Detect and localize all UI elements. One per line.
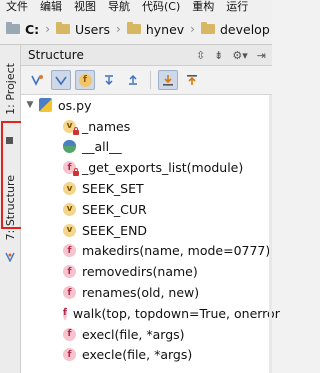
autoscroll-from-source-button[interactable]: [182, 70, 202, 90]
tab-structure[interactable]: 7: Structure: [0, 167, 20, 249]
function-icon: f: [63, 348, 76, 362]
tree-item[interactable]: __all__: [21, 137, 272, 158]
function-icon: f: [63, 286, 76, 300]
breadcrumb-label: C:: [25, 21, 40, 37]
menu-file[interactable]: 文件: [0, 0, 34, 14]
collapse-button[interactable]: [123, 70, 143, 90]
tab-structure-label: 7: Structure: [3, 175, 17, 241]
tree-item-label: _get_exports_list(module): [82, 160, 244, 176]
toolbar-separator: [150, 71, 151, 89]
tree-item-label: SEEK_CUR: [82, 201, 147, 217]
tree-item[interactable]: v SEEK_SET: [21, 178, 272, 199]
tree-item-label: SEEK_END: [82, 222, 148, 238]
private-lock-icon: [73, 126, 79, 135]
tree-item[interactable]: f renames(old, new): [21, 282, 272, 303]
expand-arrow-icon[interactable]: ▼: [25, 100, 35, 110]
sort-alphabetically-button[interactable]: [51, 70, 71, 90]
tree-item[interactable]: f execle(file, *args): [21, 345, 272, 366]
breadcrumb-label: develop: [219, 21, 270, 37]
folder-icon: [126, 22, 141, 34]
menu-view[interactable]: 视图: [68, 0, 102, 14]
tree-item-label: renames(old, new): [82, 285, 200, 301]
tree-item-label: makedirs(name, mode=0777): [82, 243, 271, 259]
variable-icon: v: [63, 202, 76, 216]
menu-bar: 文件 编辑 视图 导航 代码(C) 重构 运行: [0, 0, 272, 14]
expand-all-icon[interactable]: ⇳: [196, 49, 205, 62]
folder-small-icon: [6, 137, 13, 144]
tree-item[interactable]: f walk(top, topdown=True, onerror: [21, 303, 280, 324]
function-icon: f: [63, 265, 76, 279]
panel-title: Structure: [28, 48, 84, 62]
folder-icon: [200, 22, 215, 34]
menu-run[interactable]: 运行: [220, 0, 254, 14]
structure-tab-icon: [5, 251, 15, 263]
tree-item[interactable]: v _names: [21, 116, 272, 137]
python-file-icon: [39, 98, 52, 113]
menu-refactor[interactable]: 重构: [186, 0, 220, 14]
gear-icon[interactable]: ⚙▾: [232, 49, 247, 62]
tool-window-strip: 1: Project 7: Structure: [0, 45, 21, 373]
show-fields-button[interactable]: f: [75, 70, 95, 90]
breadcrumb-hynev[interactable]: hynev ›: [121, 22, 195, 37]
tree-root-label: os.py: [58, 97, 92, 113]
private-lock-icon: [73, 168, 79, 177]
tree-item-label: SEEK_SET: [82, 181, 144, 197]
breadcrumb-label: hynev: [145, 21, 185, 37]
variable-icon: v: [63, 119, 79, 135]
tree-root[interactable]: ▼ os.py: [21, 95, 272, 116]
tree-item[interactable]: f execl(file, *args): [21, 324, 272, 345]
menu-edit[interactable]: 编辑: [34, 0, 68, 14]
breadcrumb-develop[interactable]: develop ›: [195, 22, 272, 37]
tree-item[interactable]: v SEEK_CUR: [21, 199, 272, 220]
global-variable-icon: [63, 140, 76, 154]
tree-item-label: walk(top, topdown=True, onerror: [72, 305, 280, 321]
navigation-bar: C: › Users › hynev › develop ›: [0, 14, 272, 45]
collapse-all-icon[interactable]: ⇟: [214, 49, 223, 62]
function-icon: f: [63, 161, 79, 177]
drive-icon: [6, 22, 20, 34]
tab-project-label: 1: Project: [3, 63, 17, 115]
hide-panel-icon[interactable]: ⇥: [257, 49, 266, 62]
tree-item[interactable]: f makedirs(name, mode=0777): [21, 241, 272, 262]
breadcrumb-users[interactable]: Users ›: [50, 22, 121, 37]
scrollbar[interactable]: [269, 95, 272, 373]
tree-item-label: removedirs(name): [82, 264, 198, 280]
structure-tree: ▼ os.py v _names __all__ f _get_exports_list…: [21, 95, 280, 366]
structure-toolbar: f: [21, 66, 272, 95]
structure-panel: Structure ⇳ ⇟ ⚙▾ ⇥ f ▼ os.py v _names __…: [21, 45, 280, 373]
sort-by-type-button[interactable]: [27, 70, 47, 90]
function-icon: f: [63, 244, 76, 258]
tab-project[interactable]: 1: Project: [0, 51, 20, 127]
expand-button[interactable]: [99, 70, 119, 90]
function-icon: f: [63, 327, 76, 341]
function-toggle-icon: f: [78, 73, 92, 87]
breadcrumb-drive[interactable]: C: ›: [0, 22, 50, 37]
tree-item-label: execle(file, *args): [82, 347, 193, 363]
tree-item[interactable]: f _get_exports_list(module): [21, 157, 272, 178]
tree-item[interactable]: f removedirs(name): [21, 261, 272, 282]
folder-icon: [56, 22, 70, 34]
autoscroll-to-source-button[interactable]: [158, 70, 178, 90]
tab-separator-marker: [6, 133, 13, 147]
tree-item[interactable]: v SEEK_END: [21, 220, 272, 241]
tree-item-label: execl(file, *args): [82, 326, 185, 342]
tree-item-label: __all__: [82, 139, 122, 155]
variable-icon: v: [63, 182, 76, 196]
menu-code[interactable]: 代码(C): [136, 0, 186, 14]
menu-navigate[interactable]: 导航: [102, 0, 136, 14]
variable-icon: v: [63, 223, 76, 237]
function-icon: f: [63, 306, 67, 320]
breadcrumb-label: Users: [75, 21, 111, 37]
panel-header: Structure ⇳ ⇟ ⚙▾ ⇥: [21, 45, 272, 66]
tree-item-label: _names: [82, 118, 131, 134]
panel-header-actions: ⇳ ⇟ ⚙▾ ⇥: [196, 49, 272, 62]
